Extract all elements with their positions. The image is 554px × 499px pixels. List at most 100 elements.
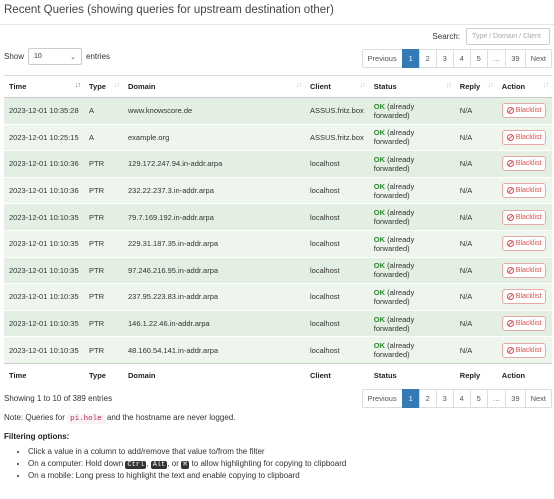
cell-client[interactable]: localhost xyxy=(305,203,369,231)
pagination-ellipsis[interactable]: … xyxy=(486,389,507,408)
cell-client[interactable]: ASSUS.fritz.box xyxy=(305,123,369,151)
cell-domain[interactable]: 48.160.54.141.in-addr.arpa xyxy=(123,336,305,364)
pagination-page-1[interactable]: 1 xyxy=(401,389,420,408)
cell-domain[interactable]: 97.246.216.95.in-addr.arpa xyxy=(123,256,305,284)
pagination-next-button[interactable]: Next xyxy=(524,389,552,408)
pagination-page-3[interactable]: 3 xyxy=(435,49,454,68)
cell-reply[interactable]: N/A xyxy=(454,229,497,258)
cell-time[interactable]: 2023-12-01 10:10:35 xyxy=(4,203,84,231)
blacklist-button[interactable]: Blacklist xyxy=(501,342,547,358)
cell-domain[interactable]: 146.1.22.46.in-addr.arpa xyxy=(123,309,305,337)
cell-status[interactable]: OK (already forwarded) xyxy=(368,336,455,364)
cell-type[interactable]: A xyxy=(84,123,123,151)
cell-domain[interactable]: www.knowscore.de xyxy=(123,97,305,125)
blacklist-button[interactable]: Blacklist xyxy=(501,209,547,225)
cell-reply[interactable]: N/A xyxy=(454,203,497,231)
cell-client[interactable]: localhost xyxy=(305,229,369,258)
table-row: 2023-12-01 10:25:15 Aexample.org ASSUS.fri… xyxy=(4,123,552,151)
pagination-ellipsis[interactable]: … xyxy=(486,49,507,68)
cell-status[interactable]: OK (already forwarded) xyxy=(368,229,455,258)
cell-status[interactable]: OK (already forwarded) xyxy=(368,150,455,178)
cell-time[interactable]: 2023-12-01 10:10:36 xyxy=(4,150,84,178)
cell-status[interactable]: OK (already forwarded) xyxy=(368,309,455,337)
column-header-time[interactable]: Time ↓↑ xyxy=(4,75,84,98)
cell-status[interactable]: OK (already forwarded) xyxy=(368,203,455,231)
cell-type[interactable]: PTR xyxy=(84,150,123,178)
cell-type[interactable]: PTR xyxy=(84,283,123,311)
cell-status[interactable]: OK (already forwarded) xyxy=(368,256,455,284)
cell-type[interactable]: PTR xyxy=(84,309,123,337)
cell-domain[interactable]: 129.172.247.94.in-addr.arpa xyxy=(123,150,305,178)
cell-time[interactable]: 2023-12-01 10:10:35 xyxy=(4,229,84,258)
column-header-action[interactable]: Action ↓↑ xyxy=(496,75,552,98)
cell-reply[interactable]: N/A xyxy=(454,336,497,364)
cell-type[interactable]: PTR xyxy=(84,203,123,231)
blacklist-button[interactable]: Blacklist xyxy=(501,236,547,252)
cell-reply[interactable]: N/A xyxy=(454,176,497,204)
pagination-previous-button[interactable]: Previous xyxy=(361,389,403,408)
blacklist-button[interactable]: Blacklist xyxy=(501,103,547,119)
column-header-client[interactable]: Client ↓↑ xyxy=(305,75,369,98)
cell-type[interactable]: PTR xyxy=(84,336,123,364)
cell-time[interactable]: 2023-12-01 10:10:35 xyxy=(4,256,84,284)
column-header-domain[interactable]: Domain ↓↑ xyxy=(123,75,305,98)
entries-select[interactable]: 10 ⌄ xyxy=(28,48,83,65)
pagination-page-2[interactable]: 2 xyxy=(418,49,437,68)
cell-domain[interactable]: 237.95.223.83.in-addr.arpa xyxy=(123,283,305,311)
cell-reply[interactable]: N/A xyxy=(454,256,497,284)
blacklist-button[interactable]: Blacklist xyxy=(501,183,547,199)
column-header-status[interactable]: Status ↓↑ xyxy=(368,75,455,98)
cell-client[interactable]: localhost xyxy=(305,150,369,178)
blacklist-button[interactable]: Blacklist xyxy=(501,316,547,332)
sort-icon: ↓↑ xyxy=(445,82,452,89)
cell-reply[interactable]: N/A xyxy=(454,283,497,311)
cell-domain[interactable]: 229.31.187.35.in-addr.arpa xyxy=(123,229,305,258)
pagination-page-5[interactable]: 5 xyxy=(469,389,488,408)
pagination-page-4[interactable]: 4 xyxy=(452,49,471,68)
pagination-page-4[interactable]: 4 xyxy=(452,389,471,408)
cell-client[interactable]: localhost xyxy=(305,336,369,364)
cell-reply[interactable]: N/A xyxy=(454,97,497,125)
cell-status[interactable]: OK (already forwarded) xyxy=(368,176,455,204)
blacklist-button[interactable]: Blacklist xyxy=(501,129,547,145)
cell-time[interactable]: 2023-12-01 10:10:35 xyxy=(4,309,84,337)
blacklist-button[interactable]: Blacklist xyxy=(501,289,547,305)
cell-type[interactable]: A xyxy=(84,97,123,125)
cell-client[interactable]: localhost xyxy=(305,256,369,284)
pagination-page-5[interactable]: 5 xyxy=(469,49,488,68)
cell-time[interactable]: 2023-12-01 10:25:15 xyxy=(4,123,84,151)
column-header-reply[interactable]: Reply ↓↑ xyxy=(454,75,497,98)
pagination-page-39[interactable]: 39 xyxy=(505,389,526,408)
cell-time[interactable]: 2023-12-01 10:10:35 xyxy=(4,283,84,311)
cell-client[interactable]: ASSUS.fritz.box xyxy=(305,97,369,125)
pagination-page-2[interactable]: 2 xyxy=(418,389,437,408)
cell-type[interactable]: PTR xyxy=(84,229,123,258)
cell-domain[interactable]: 232.22.237.3.in-addr.arpa xyxy=(123,176,305,204)
pagination-page-1[interactable]: 1 xyxy=(401,49,420,68)
blacklist-button[interactable]: Blacklist xyxy=(501,262,547,278)
cell-domain[interactable]: example.org xyxy=(123,123,305,151)
pagination-page-39[interactable]: 39 xyxy=(505,49,526,68)
cell-type[interactable]: PTR xyxy=(84,256,123,284)
cell-type[interactable]: PTR xyxy=(84,176,123,204)
cell-time[interactable]: 2023-12-01 10:10:36 xyxy=(4,176,84,204)
pagination-next-button[interactable]: Next xyxy=(524,49,552,68)
cell-domain[interactable]: 79.7.169.192.in-addr.arpa xyxy=(123,203,305,231)
pagination-page-3[interactable]: 3 xyxy=(435,389,454,408)
cell-status[interactable]: OK (already forwarded) xyxy=(368,123,455,151)
cell-time[interactable]: 2023-12-01 10:35:28 xyxy=(4,97,84,125)
blacklist-button[interactable]: Blacklist xyxy=(501,156,547,172)
cell-reply[interactable]: N/A xyxy=(454,150,497,178)
search-input[interactable] xyxy=(466,28,550,45)
cell-client[interactable]: localhost xyxy=(305,283,369,311)
cell-time[interactable]: 2023-12-01 10:10:35 xyxy=(4,336,84,364)
ban-icon xyxy=(506,293,514,301)
cell-status[interactable]: OK (already forwarded) xyxy=(368,97,455,125)
cell-client[interactable]: localhost xyxy=(305,309,369,337)
cell-reply[interactable]: N/A xyxy=(454,309,497,337)
cell-reply[interactable]: N/A xyxy=(454,123,497,151)
cell-status[interactable]: OK (already forwarded) xyxy=(368,283,455,311)
cell-client[interactable]: localhost xyxy=(305,176,369,204)
column-header-type[interactable]: Type ↓↑ xyxy=(84,75,123,98)
pagination-previous-button[interactable]: Previous xyxy=(361,49,403,68)
